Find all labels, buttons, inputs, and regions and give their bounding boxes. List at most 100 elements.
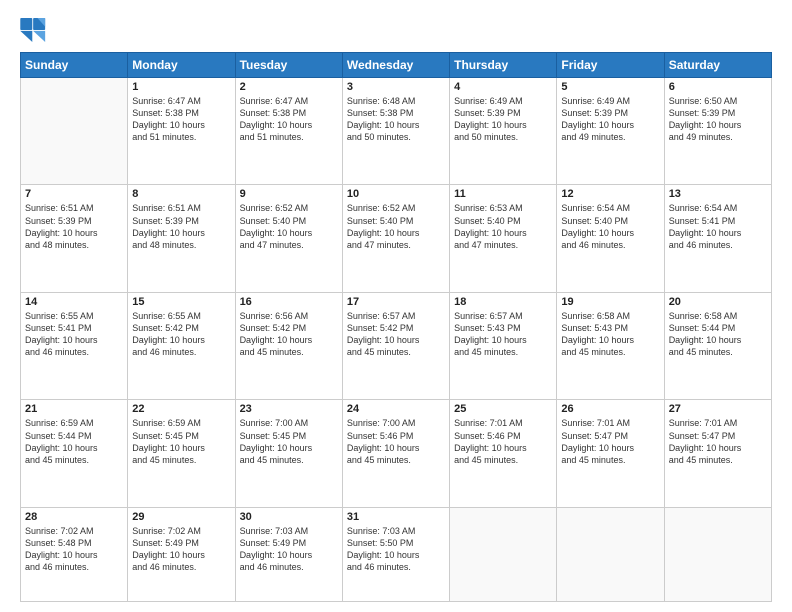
- calendar-cell: 29 Sunrise: 7:02 AM Sunset: 5:49 PM Dayli…: [128, 507, 235, 601]
- cell-info: Sunrise: 7:03 AM Sunset: 5:49 PM Dayligh…: [240, 525, 338, 574]
- weekday-header: Sunday: [21, 53, 128, 78]
- day-number: 9: [240, 188, 338, 200]
- weekday-header: Friday: [557, 53, 664, 78]
- cell-info: Sunrise: 6:52 AM Sunset: 5:40 PM Dayligh…: [347, 202, 445, 251]
- calendar-cell: 4 Sunrise: 6:49 AM Sunset: 5:39 PM Daylig…: [450, 78, 557, 185]
- day-number: 7: [25, 188, 123, 200]
- calendar-cell: 31 Sunrise: 7:03 AM Sunset: 5:50 PM Dayli…: [342, 507, 449, 601]
- calendar-cell: 26 Sunrise: 7:01 AM Sunset: 5:47 PM Dayli…: [557, 400, 664, 507]
- cell-info: Sunrise: 6:57 AM Sunset: 5:43 PM Dayligh…: [454, 310, 552, 359]
- day-number: 17: [347, 296, 445, 308]
- calendar-cell: 16 Sunrise: 6:56 AM Sunset: 5:42 PM Dayli…: [235, 292, 342, 399]
- cell-info: Sunrise: 6:49 AM Sunset: 5:39 PM Dayligh…: [561, 95, 659, 144]
- day-number: 14: [25, 296, 123, 308]
- calendar-cell: 10 Sunrise: 6:52 AM Sunset: 5:40 PM Dayli…: [342, 185, 449, 292]
- cell-info: Sunrise: 6:54 AM Sunset: 5:41 PM Dayligh…: [669, 202, 767, 251]
- day-number: 8: [132, 188, 230, 200]
- day-number: 24: [347, 403, 445, 415]
- day-number: 31: [347, 511, 445, 523]
- calendar-week-row: 7 Sunrise: 6:51 AM Sunset: 5:39 PM Daylig…: [21, 185, 772, 292]
- cell-info: Sunrise: 6:52 AM Sunset: 5:40 PM Dayligh…: [240, 202, 338, 251]
- calendar-cell: 15Sunrise: 6:55 AM Sunset: 5:42 PM Dayli…: [128, 292, 235, 399]
- day-number: 11: [454, 188, 552, 200]
- calendar-week-row: 28 Sunrise: 7:02 AM Sunset: 5:48 PM Dayli…: [21, 507, 772, 601]
- calendar-cell: 7 Sunrise: 6:51 AM Sunset: 5:39 PM Daylig…: [21, 185, 128, 292]
- cell-info: Sunrise: 7:01 AM Sunset: 5:47 PM Dayligh…: [669, 417, 767, 466]
- calendar-cell: 6Sunrise: 6:50 AM Sunset: 5:39 PM Daylig…: [664, 78, 771, 185]
- day-number: 10: [347, 188, 445, 200]
- cell-info: Sunrise: 7:02 AM Sunset: 5:49 PM Dayligh…: [132, 525, 230, 574]
- weekday-header: Thursday: [450, 53, 557, 78]
- logo: [20, 18, 52, 42]
- day-number: 26: [561, 403, 659, 415]
- day-number: 1: [132, 81, 230, 93]
- day-number: 16: [240, 296, 338, 308]
- day-number: 6: [669, 81, 767, 93]
- day-number: 30: [240, 511, 338, 523]
- calendar-table: SundayMondayTuesdayWednesdayThursdayFrid…: [20, 52, 772, 602]
- day-number: 19: [561, 296, 659, 308]
- calendar-cell: [450, 507, 557, 601]
- page: SundayMondayTuesdayWednesdayThursdayFrid…: [0, 0, 792, 612]
- calendar-cell: [664, 507, 771, 601]
- calendar-cell: 8 Sunrise: 6:51 AM Sunset: 5:39 PM Daylig…: [128, 185, 235, 292]
- cell-info: Sunrise: 7:01 AM Sunset: 5:46 PM Dayligh…: [454, 417, 552, 466]
- calendar-cell: 17 Sunrise: 6:57 AM Sunset: 5:42 PM Dayli…: [342, 292, 449, 399]
- cell-info: Sunrise: 6:51 AM Sunset: 5:39 PM Dayligh…: [25, 202, 123, 251]
- day-number: 22: [132, 403, 230, 415]
- cell-info: Sunrise: 6:51 AM Sunset: 5:39 PM Dayligh…: [132, 202, 230, 251]
- cell-info: Sunrise: 6:53 AM Sunset: 5:40 PM Dayligh…: [454, 202, 552, 251]
- cell-info: Sunrise: 6:48 AM Sunset: 5:38 PM Dayligh…: [347, 95, 445, 144]
- cell-info: Sunrise: 6:49 AM Sunset: 5:39 PM Dayligh…: [454, 95, 552, 144]
- calendar-cell: 23Sunrise: 7:00 AM Sunset: 5:45 PM Dayli…: [235, 400, 342, 507]
- calendar-cell: 27 Sunrise: 7:01 AM Sunset: 5:47 PM Dayli…: [664, 400, 771, 507]
- day-number: 27: [669, 403, 767, 415]
- header: [20, 18, 772, 42]
- calendar-cell: 19 Sunrise: 6:58 AM Sunset: 5:43 PM Dayli…: [557, 292, 664, 399]
- cell-info: Sunrise: 6:47 AM Sunset: 5:38 PM Dayligh…: [240, 95, 338, 144]
- calendar-week-row: 14Sunrise: 6:55 AM Sunset: 5:41 PM Dayli…: [21, 292, 772, 399]
- calendar-cell: 13 Sunrise: 6:54 AM Sunset: 5:41 PM Dayli…: [664, 185, 771, 292]
- day-number: 20: [669, 296, 767, 308]
- calendar-cell: 11 Sunrise: 6:53 AM Sunset: 5:40 PM Dayli…: [450, 185, 557, 292]
- calendar-week-row: 21 Sunrise: 6:59 AM Sunset: 5:44 PM Dayli…: [21, 400, 772, 507]
- cell-info: Sunrise: 6:58 AM Sunset: 5:44 PM Dayligh…: [669, 310, 767, 359]
- calendar-cell: 22 Sunrise: 6:59 AM Sunset: 5:45 PM Dayli…: [128, 400, 235, 507]
- calendar-cell: 2 Sunrise: 6:47 AM Sunset: 5:38 PM Daylig…: [235, 78, 342, 185]
- day-number: 12: [561, 188, 659, 200]
- calendar-cell: 20 Sunrise: 6:58 AM Sunset: 5:44 PM Dayli…: [664, 292, 771, 399]
- day-number: 29: [132, 511, 230, 523]
- day-number: 21: [25, 403, 123, 415]
- day-number: 28: [25, 511, 123, 523]
- cell-info: Sunrise: 7:02 AM Sunset: 5:48 PM Dayligh…: [25, 525, 123, 574]
- calendar-cell: 9 Sunrise: 6:52 AM Sunset: 5:40 PM Daylig…: [235, 185, 342, 292]
- cell-info: Sunrise: 7:00 AM Sunset: 5:46 PM Dayligh…: [347, 417, 445, 466]
- calendar-cell: 5Sunrise: 6:49 AM Sunset: 5:39 PM Daylig…: [557, 78, 664, 185]
- weekday-header: Wednesday: [342, 53, 449, 78]
- calendar-cell: 25 Sunrise: 7:01 AM Sunset: 5:46 PM Dayli…: [450, 400, 557, 507]
- weekday-header: Saturday: [664, 53, 771, 78]
- cell-info: Sunrise: 6:47 AM Sunset: 5:38 PM Dayligh…: [132, 95, 230, 144]
- cell-info: Sunrise: 7:03 AM Sunset: 5:50 PM Dayligh…: [347, 525, 445, 574]
- day-number: 18: [454, 296, 552, 308]
- calendar-cell: 12 Sunrise: 6:54 AM Sunset: 5:40 PM Dayli…: [557, 185, 664, 292]
- cell-info: Sunrise: 6:54 AM Sunset: 5:40 PM Dayligh…: [561, 202, 659, 251]
- day-number: 3: [347, 81, 445, 93]
- calendar-cell: 28 Sunrise: 7:02 AM Sunset: 5:48 PM Dayli…: [21, 507, 128, 601]
- weekday-header: Tuesday: [235, 53, 342, 78]
- day-number: 15: [132, 296, 230, 308]
- cell-info: Sunrise: 6:56 AM Sunset: 5:42 PM Dayligh…: [240, 310, 338, 359]
- cell-info: Sunrise: 6:57 AM Sunset: 5:42 PM Dayligh…: [347, 310, 445, 359]
- cell-info: Sunrise: 6:58 AM Sunset: 5:43 PM Dayligh…: [561, 310, 659, 359]
- cell-info: Sunrise: 6:59 AM Sunset: 5:44 PM Dayligh…: [25, 417, 123, 466]
- cell-info: Sunrise: 7:00 AM Sunset: 5:45 PM Dayligh…: [240, 417, 338, 466]
- day-number: 13: [669, 188, 767, 200]
- calendar-cell: 1 Sunrise: 6:47 AM Sunset: 5:38 PM Daylig…: [128, 78, 235, 185]
- cell-info: Sunrise: 6:59 AM Sunset: 5:45 PM Dayligh…: [132, 417, 230, 466]
- day-number: 25: [454, 403, 552, 415]
- day-number: 4: [454, 81, 552, 93]
- cell-info: Sunrise: 7:01 AM Sunset: 5:47 PM Dayligh…: [561, 417, 659, 466]
- calendar-cell: 14Sunrise: 6:55 AM Sunset: 5:41 PM Dayli…: [21, 292, 128, 399]
- calendar-cell: 18 Sunrise: 6:57 AM Sunset: 5:43 PM Dayli…: [450, 292, 557, 399]
- day-number: 2: [240, 81, 338, 93]
